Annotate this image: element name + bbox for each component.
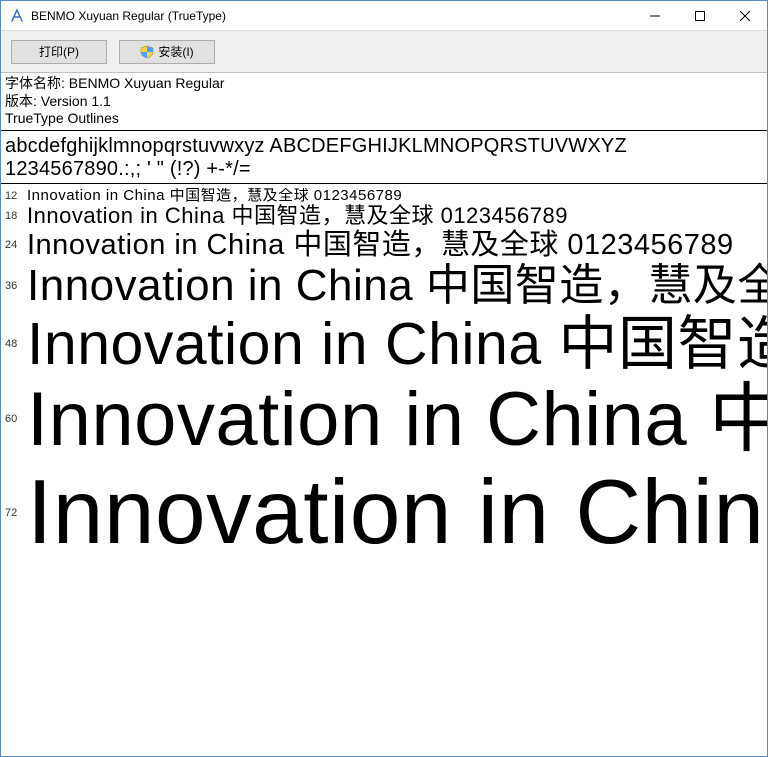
sample-text: Innovation in China 中国智造，慧及全球 0123456789 bbox=[27, 261, 767, 310]
sample-size-label: 60 bbox=[5, 413, 27, 425]
sample-row-72: 72 Innovation in China 中国智造，慧及全球 0123456… bbox=[1, 462, 767, 564]
font-name-line: 字体名称: BENMO Xuyuan Regular bbox=[5, 75, 763, 93]
print-button-label: 打印(P) bbox=[39, 43, 79, 60]
titlebar: BENMO Xuyuan Regular (TrueType) bbox=[1, 1, 767, 31]
sample-rows: 12 Innovation in China 中国智造，慧及全球 0123456… bbox=[1, 184, 767, 564]
sample-row-48: 48 Innovation in China 中国智造，慧及全球 0123456… bbox=[1, 311, 767, 377]
window-title: BENMO Xuyuan Regular (TrueType) bbox=[31, 9, 632, 23]
charset-line-2: 1234567890.:,; ' " (!?) +-*/= bbox=[5, 158, 763, 181]
font-version-line: 版本: Version 1.1 bbox=[5, 93, 763, 111]
shield-icon bbox=[140, 45, 154, 59]
sample-text: Innovation in China 中国智造，慧及全球 0123456789 bbox=[27, 377, 767, 462]
font-outlines-line: TrueType Outlines bbox=[5, 110, 763, 128]
install-button-label: 安装(I) bbox=[158, 43, 193, 60]
sample-text: Innovation in China 中国智造，慧及全球 0123456789 bbox=[27, 188, 402, 205]
sample-size-label: 12 bbox=[5, 190, 27, 202]
sample-row-36: 36 Innovation in China 中国智造，慧及全球 0123456… bbox=[1, 261, 767, 310]
maximize-button[interactable] bbox=[677, 1, 722, 30]
sample-size-label: 24 bbox=[5, 239, 27, 251]
sample-text: Innovation in China 中国智造，慧及全球 0123456789 bbox=[27, 462, 767, 564]
close-button[interactable] bbox=[722, 1, 767, 30]
sample-text: Innovation in China 中国智造，慧及全球 0123456789 bbox=[27, 229, 734, 261]
sample-size-label: 48 bbox=[5, 338, 27, 350]
charset-block: abcdefghijklmnopqrstuvwxyz ABCDEFGHIJKLM… bbox=[1, 131, 767, 184]
sample-size-label: 36 bbox=[5, 280, 27, 292]
window-controls bbox=[632, 1, 767, 30]
sample-text: Innovation in China 中国智造，慧及全球 0123456789 bbox=[27, 204, 568, 229]
sample-row-18: 18 Innovation in China 中国智造，慧及全球 0123456… bbox=[1, 204, 767, 229]
font-preview-window: BENMO Xuyuan Regular (TrueType) 打印(P) bbox=[0, 0, 768, 757]
sample-size-label: 72 bbox=[5, 507, 27, 519]
sample-size-label: 18 bbox=[5, 210, 27, 222]
sample-text: Innovation in China 中国智造，慧及全球 0123456789 bbox=[27, 311, 767, 377]
install-button[interactable]: 安装(I) bbox=[119, 40, 215, 64]
sample-row-12: 12 Innovation in China 中国智造，慧及全球 0123456… bbox=[1, 188, 767, 205]
minimize-button[interactable] bbox=[632, 1, 677, 30]
print-button[interactable]: 打印(P) bbox=[11, 40, 107, 64]
sample-row-24: 24 Innovation in China 中国智造，慧及全球 0123456… bbox=[1, 229, 767, 261]
charset-line-1: abcdefghijklmnopqrstuvwxyz ABCDEFGHIJKLM… bbox=[5, 135, 763, 158]
app-icon bbox=[9, 8, 25, 24]
preview-content: 字体名称: BENMO Xuyuan Regular 版本: Version 1… bbox=[1, 73, 767, 756]
toolbar: 打印(P) 安装(I) bbox=[1, 31, 767, 73]
font-meta: 字体名称: BENMO Xuyuan Regular 版本: Version 1… bbox=[1, 73, 767, 131]
sample-row-60: 60 Innovation in China 中国智造，慧及全球 0123456… bbox=[1, 377, 767, 462]
